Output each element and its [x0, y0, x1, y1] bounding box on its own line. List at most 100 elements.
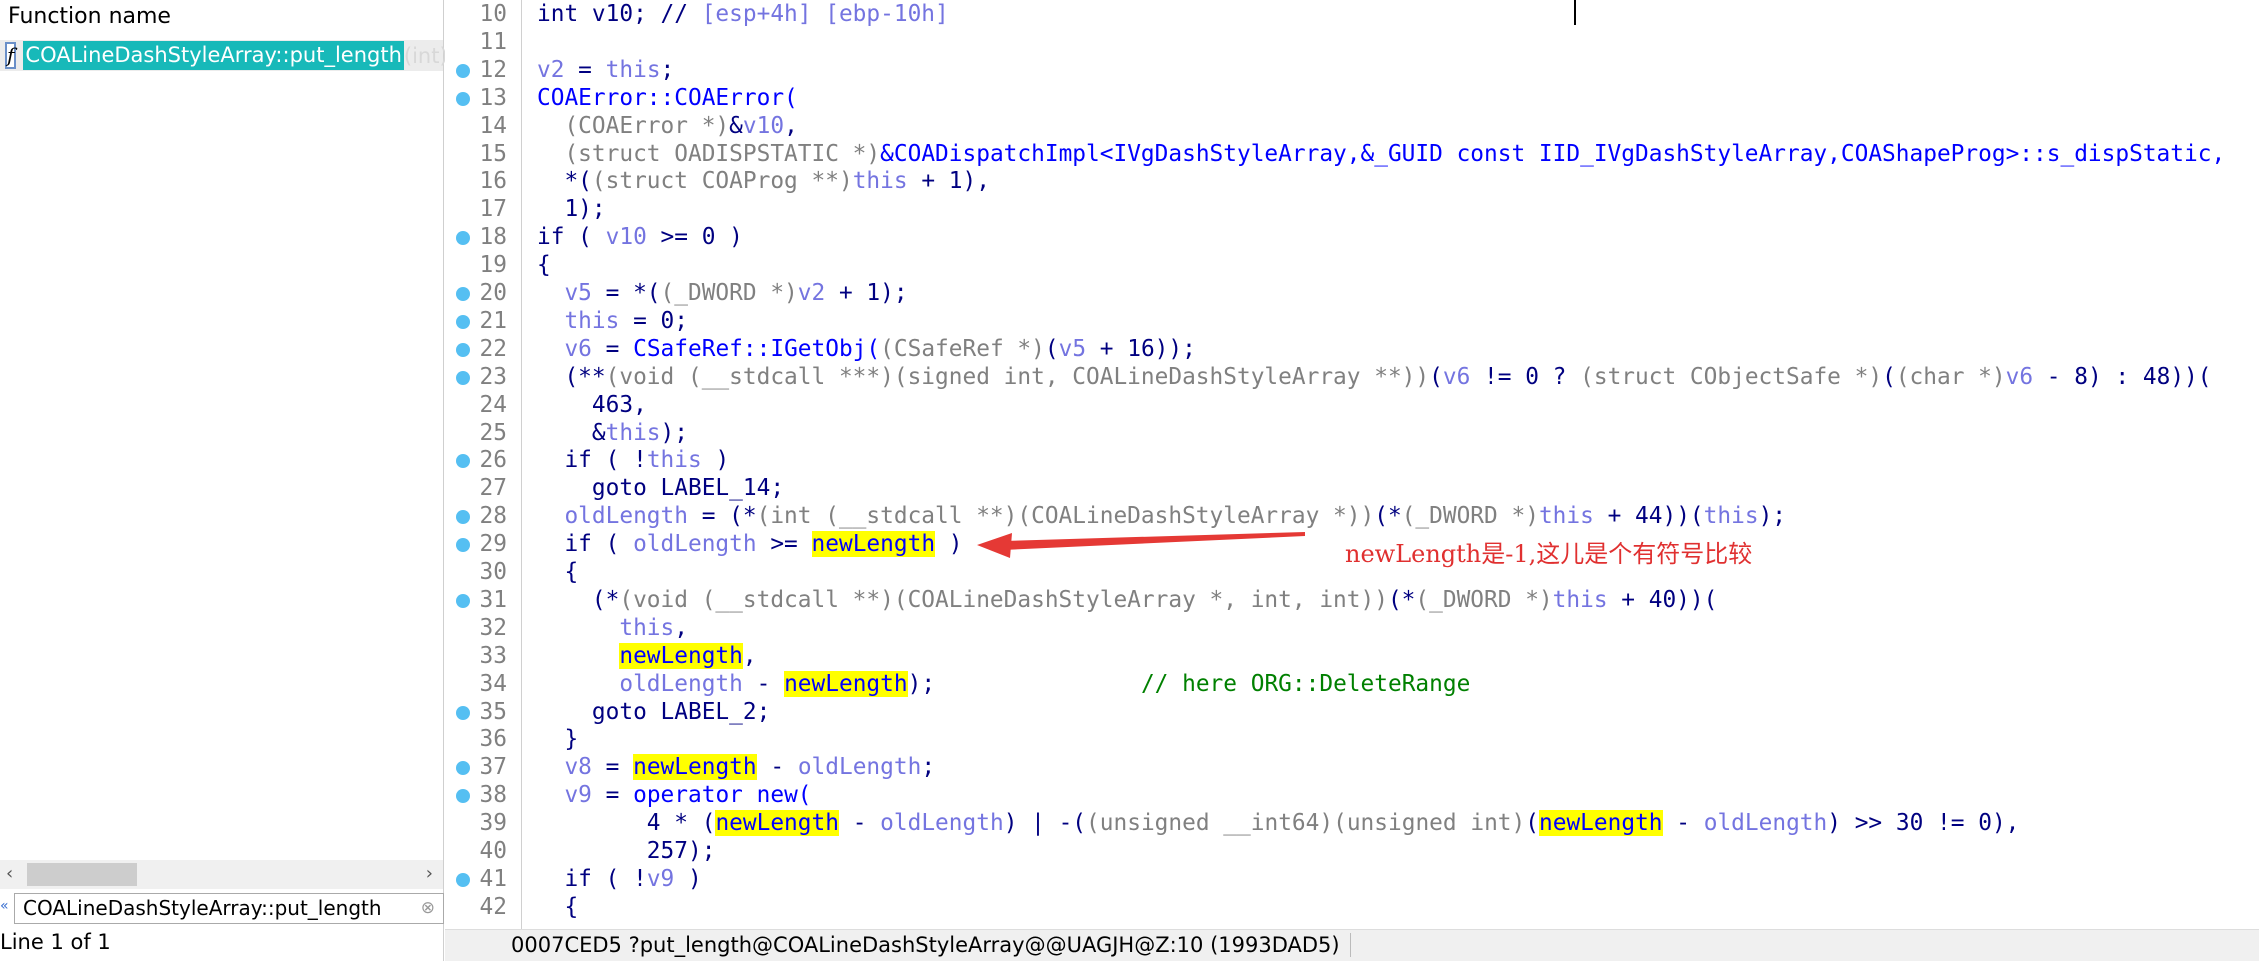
- function-search-input[interactable]: COALineDashStyleArray::put_length ⊗: [14, 893, 444, 924]
- horizontal-scrollbar[interactable]: ‹ ›: [0, 860, 443, 889]
- line-number: 36: [479, 726, 507, 753]
- code-line[interactable]: 38 v9 = operator new(: [445, 781, 2259, 809]
- code-line[interactable]: 36 }: [445, 725, 2259, 753]
- code-token: =: [564, 56, 606, 83]
- code-token: v5: [1058, 335, 1087, 362]
- code-line[interactable]: 13 COAError::COAError(: [445, 84, 2259, 112]
- function-list-item[interactable]: f COALineDashStyleArray::put_length (int…: [0, 40, 448, 71]
- code-token: ): [935, 531, 963, 558]
- line-number: 35: [479, 698, 507, 725]
- line-number: 25: [479, 419, 507, 446]
- code-token: v6: [1442, 363, 1471, 390]
- code-text: this,: [537, 614, 688, 642]
- code-line[interactable]: 42 {: [445, 893, 2259, 921]
- code-text: newLength,: [537, 642, 757, 670]
- line-number: 14: [479, 112, 507, 139]
- code-line[interactable]: 33 newLength,: [445, 642, 2259, 670]
- code-line[interactable]: 24 463,: [445, 391, 2259, 419]
- code-line[interactable]: 31 (*(void (__stdcall **)(COALineDashSty…: [445, 586, 2259, 614]
- line-number: 20: [479, 280, 507, 306]
- code-token: if (: [537, 531, 634, 558]
- code-line[interactable]: 18 if ( v10 >= 0 ): [445, 223, 2259, 251]
- code-line[interactable]: 27 goto LABEL_14;: [445, 474, 2259, 502]
- code-token: (: [1429, 363, 1443, 390]
- search-indicator-icon: «: [0, 898, 9, 914]
- code-token: 257);: [537, 838, 716, 864]
- code-token: v2: [537, 56, 565, 83]
- code-token: oldLength: [797, 754, 922, 781]
- code-text: 1);: [537, 195, 606, 223]
- code-text: v6 = CSafeRef::IGetObj((CSafeRef *)(v5 +…: [537, 335, 1195, 363]
- code-token: v10: [605, 224, 647, 251]
- code-text: if ( !v9 ): [537, 865, 702, 893]
- code-text: {: [537, 251, 551, 279]
- code-line[interactable]: 19 {: [445, 251, 2259, 279]
- line-count: Line 1 of 1: [0, 930, 111, 954]
- code-line[interactable]: 28 oldLength = (*(int (__stdcall **)(COA…: [445, 502, 2259, 530]
- code-line[interactable]: 20 v5 = *((_DWORD *)v2 + 1);: [445, 279, 2259, 307]
- clear-search-icon[interactable]: ⊗: [421, 894, 435, 923]
- line-number: 31: [479, 586, 507, 613]
- code-text: (struct OADISPSTATIC *)&COADispatchImpl<…: [537, 140, 2225, 168]
- code-text: 257);: [537, 837, 716, 865]
- code-token: ) >> 30 != 0),: [1827, 810, 2020, 837]
- code-line[interactable]: 12 v2 = this;: [445, 56, 2259, 84]
- code-line[interactable]: 26 if ( !this ): [445, 446, 2259, 474]
- code-line[interactable]: 40 257);: [445, 837, 2259, 865]
- function-args: (int): [403, 43, 448, 68]
- highlighted-token: newLength: [633, 754, 757, 781]
- code-token: (**: [537, 363, 606, 390]
- code-line[interactable]: 10 int v10; // [esp+4h] [ebp-10h]: [445, 0, 2259, 28]
- line-number: 30: [479, 559, 507, 585]
- code-token: (*: [1374, 503, 1402, 530]
- code-line[interactable]: 11: [445, 28, 2259, 56]
- code-line[interactable]: 41 if ( !v9 ): [445, 865, 2259, 893]
- scroll-left-icon[interactable]: ‹: [6, 863, 13, 884]
- code-line[interactable]: 16 *((struct COAProg **)this + 1),: [445, 167, 2259, 195]
- code-text: {: [537, 558, 578, 586]
- code-line[interactable]: 39 4 * (newLength - oldLength) | -((unsi…: [445, 809, 2259, 837]
- function-name[interactable]: COALineDashStyleArray::put_length: [23, 41, 404, 70]
- code-line[interactable]: 37 v8 = newLength - oldLength;: [445, 753, 2259, 781]
- code-line[interactable]: 22 v6 = CSafeRef::IGetObj((CSafeRef *)(v…: [445, 335, 2259, 363]
- code-token: - 8) : 48))(: [2033, 363, 2212, 390]
- code-token: int v10; //: [537, 1, 702, 27]
- column-header-function-name[interactable]: Function name: [8, 4, 171, 29]
- code-token: v6: [564, 335, 592, 362]
- code-token: &: [537, 419, 606, 446]
- code-line[interactable]: 15 (struct OADISPSTATIC *)&COADispatchIm…: [445, 140, 2259, 168]
- pseudocode-editor[interactable]: 10 int v10; // [esp+4h] [ebp-10h] 11 12 v2 =…: [445, 0, 2259, 929]
- code-line[interactable]: 14 (COAError *)&v10,: [445, 112, 2259, 140]
- scrollbar-thumb[interactable]: [27, 863, 137, 886]
- code-token: 463,: [537, 391, 647, 418]
- code-token: -: [756, 754, 798, 781]
- code-line[interactable]: 25 &this);: [445, 419, 2259, 447]
- code-token: CSafeRef::IGetObj(: [633, 335, 881, 362]
- code-token: + 40))(: [1607, 586, 1718, 613]
- code-token: {: [537, 559, 579, 585]
- code-token: (: [1044, 335, 1059, 362]
- code-token: ): [674, 865, 702, 892]
- code-line[interactable]: 35 goto LABEL_2;: [445, 698, 2259, 726]
- code-text: if ( v10 >= 0 ): [537, 223, 743, 251]
- line-number: 28: [479, 503, 507, 530]
- scroll-right-icon[interactable]: ›: [426, 863, 433, 884]
- highlighted-token: newLength: [1539, 810, 1663, 837]
- line-number: 22: [479, 335, 507, 362]
- line-number: 38: [479, 782, 507, 809]
- code-token: -: [1662, 810, 1704, 837]
- code-line[interactable]: 17 1);: [445, 195, 2259, 223]
- code-text: (*(void (__stdcall **)(COALineDashStyleA…: [537, 586, 1717, 614]
- code-token: (int (__stdcall **)(COALineDashStyleArra…: [756, 503, 1375, 530]
- line-number: 10: [479, 1, 507, 27]
- text-cursor: [1574, 0, 1576, 25]
- code-line[interactable]: 32 this,: [445, 614, 2259, 642]
- code-text: goto LABEL_2;: [537, 698, 770, 726]
- code-line[interactable]: 21 this = 0;: [445, 307, 2259, 335]
- code-line[interactable]: 23 (**(void (__stdcall ***)(signed int, …: [445, 363, 2259, 391]
- code-line[interactable]: 34 oldLength - newLength); // here ORG::…: [445, 670, 2259, 698]
- code-token: 1);: [537, 196, 606, 223]
- line-number: 23: [479, 363, 507, 390]
- line-number: 15: [479, 140, 507, 167]
